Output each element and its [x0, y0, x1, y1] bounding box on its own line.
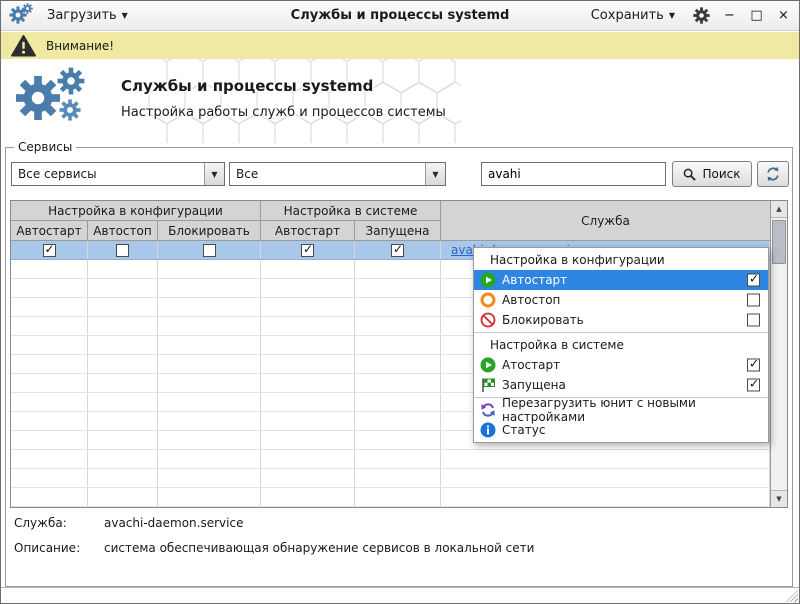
- service-label: Служба:: [14, 516, 104, 530]
- menu-item-label: Статус: [502, 423, 545, 437]
- load-menu-button[interactable]: Загрузить ▼: [41, 5, 134, 26]
- menu-item-label: Блокировать: [502, 313, 584, 327]
- menu-item-label: Атостарт: [502, 358, 560, 372]
- col-header-block: Блокировать: [158, 221, 261, 241]
- menu-section-system: Настройка в системе: [474, 335, 768, 355]
- menu-item-running[interactable]: Запущена: [474, 375, 768, 395]
- block-icon: [480, 312, 496, 328]
- vertical-scrollbar[interactable]: ▲ ▼: [770, 201, 787, 507]
- menu-item-label: Автостоп: [502, 293, 560, 307]
- checkbox-autostart-config[interactable]: [43, 244, 56, 257]
- scrollbar-track[interactable]: [771, 218, 787, 490]
- menu-checkbox-autostart-system[interactable]: [747, 359, 760, 372]
- state-filter-value: Все: [230, 167, 425, 181]
- search-button[interactable]: Поиск: [672, 161, 752, 187]
- menu-section-config: Настройка в конфигурации: [474, 250, 768, 270]
- service-filter-select[interactable]: Все сервисы ▼: [11, 162, 225, 186]
- menu-checkbox-autostart-config[interactable]: [747, 274, 760, 287]
- table-row-empty[interactable]: [11, 488, 770, 507]
- maximize-button[interactable]: □: [749, 8, 764, 23]
- state-filter-select[interactable]: Все ▼: [229, 162, 446, 186]
- flag-icon: [480, 377, 496, 393]
- checkbox-autostop[interactable]: [116, 244, 129, 257]
- chevron-down-icon[interactable]: ▼: [425, 163, 445, 185]
- col-header-running: Запущена: [355, 221, 441, 241]
- menu-item-autostop[interactable]: Автостоп: [474, 290, 768, 310]
- menu-item-reload-unit[interactable]: Перезагрузить юнит с новыми настройками: [474, 400, 768, 420]
- group-header-system: Настройка в системе: [261, 201, 441, 221]
- header-title: Службы и процессы systemd: [121, 77, 373, 95]
- window-title: Службы и процессы systemd: [291, 8, 510, 23]
- menu-item-autostart-config[interactable]: Автостарт: [474, 270, 768, 290]
- service-filter-value: Все сервисы: [12, 167, 204, 181]
- titlebar: Загрузить ▼ Службы и процессы systemd Со…: [1, 1, 799, 31]
- col-header-autostart-system: Автостарт: [261, 221, 355, 241]
- refresh-icon: [765, 166, 781, 182]
- checkbox-block[interactable]: [203, 244, 216, 257]
- warning-banner: Внимание!: [1, 32, 799, 59]
- menu-checkbox-autostop[interactable]: [747, 294, 760, 307]
- resize-grip[interactable]: [786, 590, 798, 602]
- save-menu-label: Сохранить: [591, 8, 664, 23]
- col-header-autostart-config: Автостарт: [11, 221, 88, 241]
- play-icon: [480, 357, 496, 373]
- table-row-empty[interactable]: [11, 450, 770, 469]
- description-label: Описание:: [14, 541, 104, 555]
- service-value: avachi-daemon.service: [104, 516, 243, 530]
- details-panel: Служба: avachi-daemon.service Описание: …: [14, 516, 782, 566]
- reload-icon: [480, 402, 496, 418]
- menu-item-label: Автостарт: [502, 273, 567, 287]
- header-subtitle: Настройка работы служб и процессов систе…: [121, 105, 446, 120]
- app-logo-gears-icon: [15, 65, 89, 137]
- app-gear-icon: [9, 4, 33, 28]
- checkbox-autostart-system[interactable]: [301, 244, 314, 257]
- chevron-down-icon: ▼: [122, 11, 128, 20]
- warning-text: Внимание!: [46, 39, 114, 53]
- col-header-autostop: Автостоп: [88, 221, 158, 241]
- chevron-down-icon: ▼: [669, 11, 675, 20]
- menu-checkbox-running[interactable]: [747, 379, 760, 392]
- status-bar: [1, 587, 799, 603]
- chevron-down-icon[interactable]: ▼: [204, 163, 224, 185]
- context-menu: Настройка в конфигурации Автостарт Автос…: [473, 247, 769, 443]
- search-input[interactable]: [481, 162, 666, 186]
- services-legend: Сервисы: [14, 140, 76, 154]
- info-icon: [480, 422, 496, 438]
- menu-item-status[interactable]: Статус: [474, 420, 768, 440]
- refresh-button[interactable]: [757, 161, 789, 187]
- description-value: система обеспечивающая обнаружение серви…: [104, 541, 534, 555]
- checkbox-running[interactable]: [391, 244, 404, 257]
- minimize-button[interactable]: −: [722, 8, 737, 23]
- close-button[interactable]: ×: [776, 8, 791, 23]
- col-header-service: Служба: [441, 201, 770, 241]
- menu-item-block[interactable]: Блокировать: [474, 310, 768, 330]
- search-icon: [683, 168, 696, 181]
- menu-separator: [474, 332, 768, 333]
- menu-item-label: Запущена: [502, 378, 566, 392]
- group-header-config: Настройка в конфигурации: [11, 201, 261, 221]
- play-icon: [480, 272, 496, 288]
- hexagon-pattern: [141, 59, 461, 143]
- scroll-up-button[interactable]: ▲: [771, 201, 787, 218]
- stop-icon: [480, 292, 496, 308]
- save-menu-button[interactable]: Сохранить ▼: [585, 5, 681, 26]
- scrollbar-thumb[interactable]: [772, 220, 786, 264]
- scroll-down-button[interactable]: ▼: [771, 490, 787, 507]
- warning-icon: [11, 35, 36, 57]
- settings-gear-icon[interactable]: [693, 7, 710, 24]
- app-header: Службы и процессы systemd Настройка рабо…: [1, 59, 799, 143]
- table-header: Настройка в конфигурации Настройка в сис…: [11, 201, 770, 241]
- load-menu-label: Загрузить: [47, 8, 117, 23]
- menu-checkbox-block[interactable]: [747, 314, 760, 327]
- menu-item-autostart-system[interactable]: Атостарт: [474, 355, 768, 375]
- app-window: Загрузить ▼ Службы и процессы systemd Со…: [0, 0, 800, 604]
- search-button-label: Поиск: [702, 167, 740, 181]
- table-row-empty[interactable]: [11, 469, 770, 488]
